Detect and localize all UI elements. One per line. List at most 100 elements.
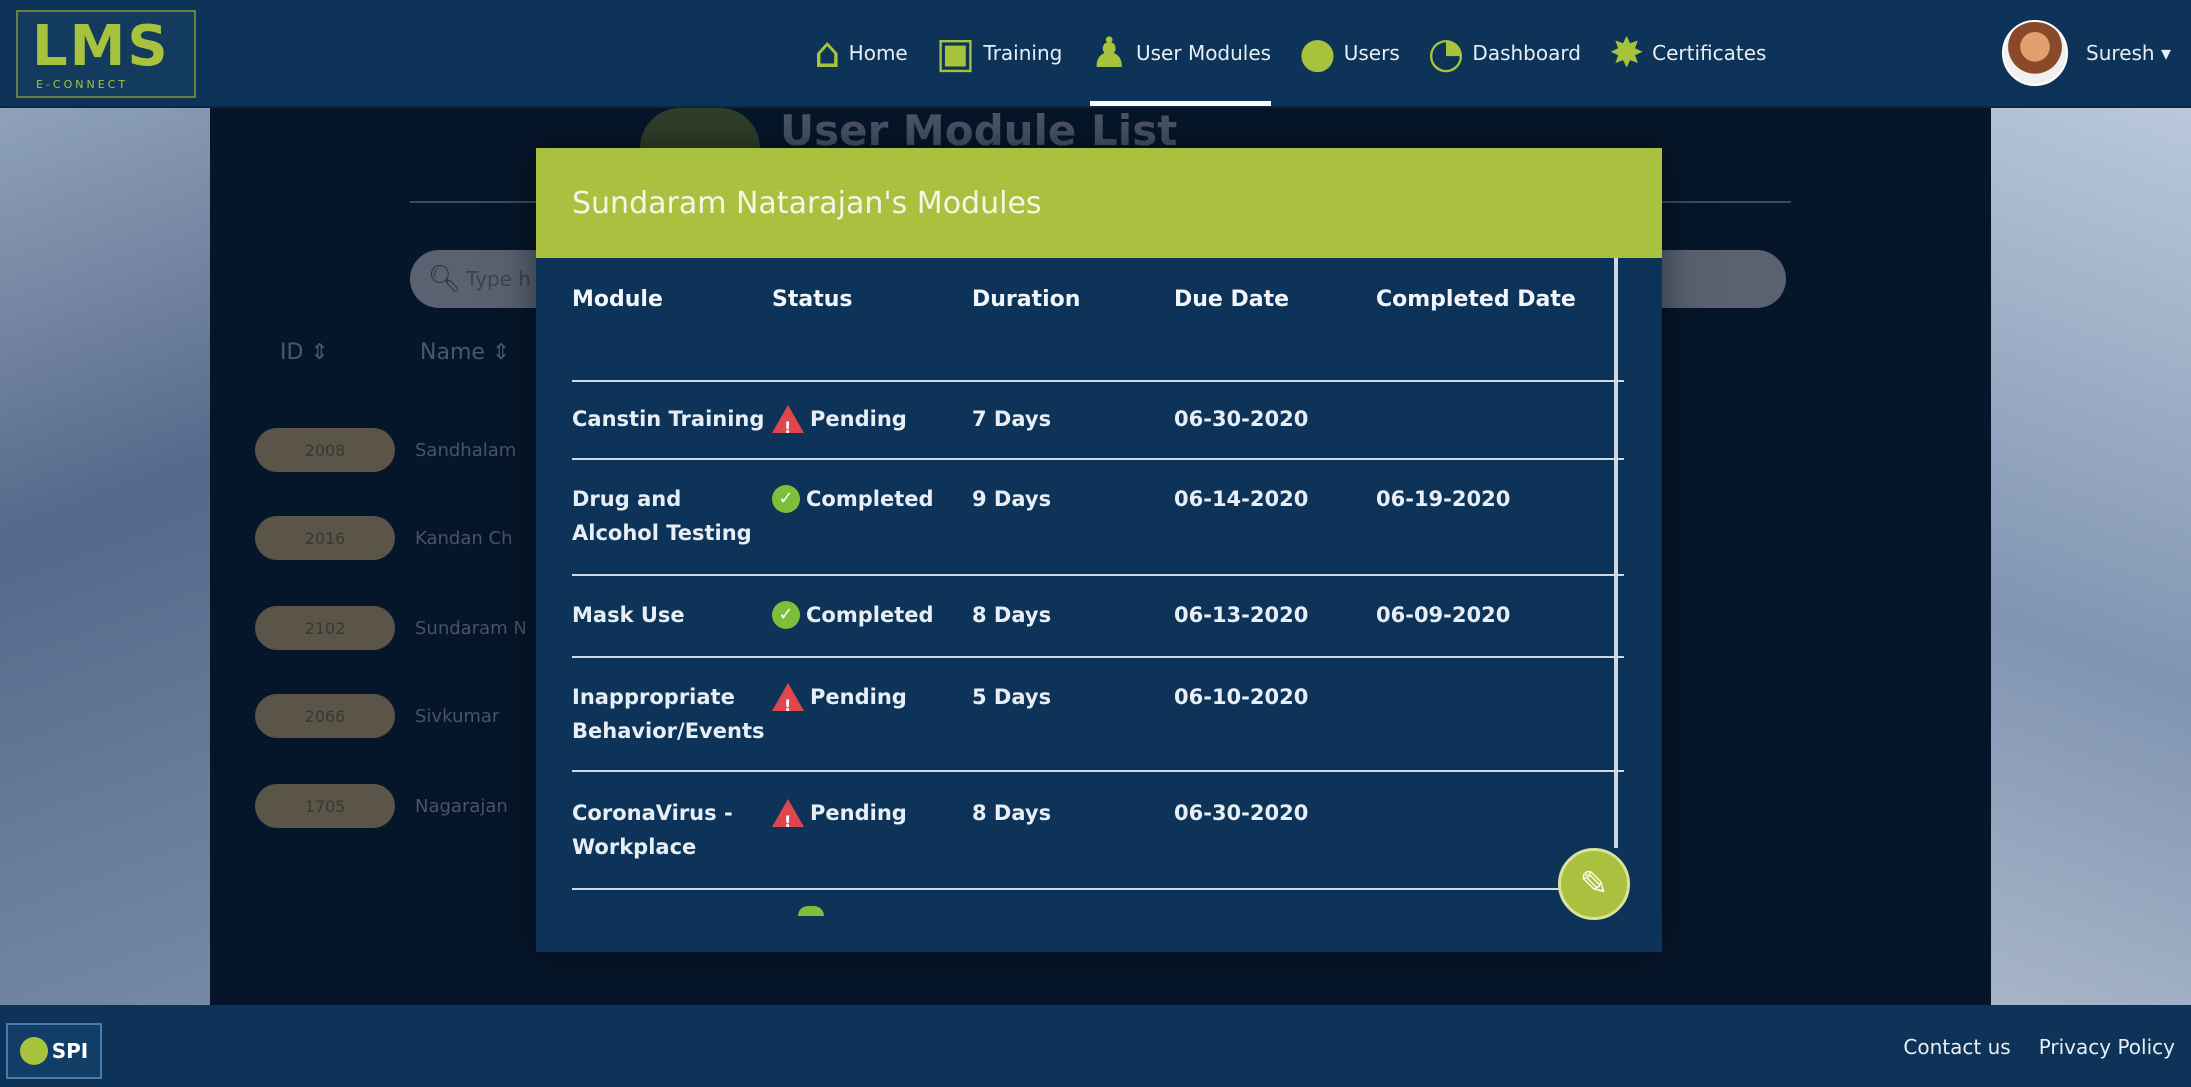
column-header-name[interactable]: Name ⇕ — [420, 340, 510, 365]
id-badge: 2016 — [255, 516, 395, 560]
nav-dashboard[interactable]: ◔ Dashboard — [1414, 0, 1595, 106]
modal-title: Sundaram Natarajan's Modules — [572, 185, 1042, 221]
duration: 8 Days — [972, 603, 1052, 627]
status-cell: ! Pending — [772, 680, 972, 715]
duration: 9 Days — [972, 487, 1052, 511]
logo-subtext: E-CONNECT — [36, 78, 129, 91]
table-row[interactable]: CoronaVirus - Workplace ! Pending 8 Days… — [572, 772, 1624, 890]
module-name: CoronaVirus - Workplace — [572, 801, 733, 859]
contact-us-link[interactable]: Contact us — [1903, 1035, 2010, 1059]
completed-date: 06-19-2020 — [1376, 487, 1511, 511]
table-header: Module Status Duration Due Date Complete… — [572, 278, 1624, 382]
footer-links: Contact us Privacy Policy — [1903, 1035, 2175, 1059]
main-nav: ⌂ Home ▣ Training ♟ User Modules ● Users… — [800, 0, 1780, 106]
table-row[interactable]: 2102 Sundaram N — [255, 606, 527, 650]
search-placeholder: Type h — [466, 267, 531, 291]
table-row[interactable]: Mask Use ✓ Completed 8 Days 06-13-2020 0… — [572, 576, 1624, 658]
completed-date: 06-09-2020 — [1376, 603, 1511, 627]
pencil-icon: ✎ — [1579, 864, 1609, 904]
user-name: Sundaram N — [415, 617, 527, 639]
nav-home[interactable]: ⌂ Home — [800, 0, 922, 106]
users-icon: ● — [1299, 28, 1336, 77]
background-title-area: User Module List — [640, 106, 1177, 155]
nav-users[interactable]: ● Users — [1285, 0, 1414, 106]
warning-icon: ! — [772, 683, 804, 715]
warning-icon: ! — [772, 405, 804, 437]
nav-label: Home — [848, 41, 908, 65]
table-row[interactable]: Canstin Training ! Pending 7 Days 06-30-… — [572, 382, 1624, 460]
certificates-icon: ✸ — [1608, 28, 1645, 77]
user-menu[interactable]: Suresh ▾ — [2002, 20, 2171, 86]
table-row[interactable]: 2008 Sandhalam — [255, 428, 516, 472]
avatar[interactable] — [2002, 20, 2069, 86]
modal-header: Sundaram Natarajan's Modules — [536, 148, 1662, 258]
due-date: 06-10-2020 — [1174, 685, 1309, 709]
status-text: Completed — [806, 603, 934, 627]
module-name: Drug and Alcohol Testing — [572, 487, 752, 545]
home-icon: ⌂ — [814, 28, 841, 77]
modules-table: Module Status Duration Due Date Complete… — [572, 278, 1624, 890]
module-name: Canstin Training — [572, 407, 765, 431]
table-row[interactable]: Inappropriate Behavior/Events ! Pending … — [572, 658, 1624, 772]
due-date: 06-14-2020 — [1174, 487, 1309, 511]
user-modules-icon — [640, 108, 760, 152]
nav-label: Dashboard — [1472, 41, 1581, 65]
column-header-id[interactable]: ID ⇕ — [280, 340, 329, 365]
search-icon: 🔍︎ — [428, 264, 462, 294]
due-date: 06-30-2020 — [1174, 407, 1309, 431]
table-row[interactable]: Drug and Alcohol Testing ✓ Completed 9 D… — [572, 460, 1624, 576]
id-badge: 1705 — [255, 784, 395, 828]
user-name: Sandhalam — [415, 439, 517, 461]
logo-text: LMS — [32, 14, 170, 79]
dashboard-icon: ◔ — [1427, 28, 1465, 77]
check-circle-icon — [798, 906, 824, 916]
column-header-due-date: Due Date — [1174, 287, 1290, 312]
status-cell: ! Pending — [772, 796, 972, 831]
nav-training[interactable]: ▣ Training — [922, 0, 1077, 106]
module-name: Inappropriate Behavior/Events — [572, 685, 765, 743]
nav-label: User Modules — [1136, 41, 1272, 65]
column-header-module: Module — [572, 287, 663, 312]
duration: 7 Days — [972, 407, 1052, 431]
background-right-panel — [1991, 108, 2191, 1005]
spi-badge[interactable]: SPI — [6, 1023, 102, 1079]
column-header-completed-date: Completed Date — [1376, 287, 1576, 312]
duration: 5 Days — [972, 685, 1052, 709]
module-name: Mask Use — [572, 603, 685, 627]
user-modules-modal: Sundaram Natarajan's Modules Module Stat… — [536, 148, 1662, 952]
edit-button[interactable]: ✎ — [1558, 848, 1630, 920]
status-cell: ! Pending — [772, 402, 972, 437]
user-name-dropdown[interactable]: Suresh ▾ — [2086, 41, 2171, 65]
user-modules-icon: ♟ — [1090, 28, 1128, 77]
nav-certificates[interactable]: ✸ Certificates — [1595, 0, 1781, 106]
column-header-status: Status — [772, 287, 853, 312]
status-text: Pending — [810, 407, 907, 431]
footer: SPI Contact us Privacy Policy — [0, 1005, 2191, 1087]
user-name: Nagarajan — [415, 795, 508, 817]
status-cell: ✓ Completed — [772, 482, 972, 516]
check-circle-icon: ✓ — [772, 601, 800, 629]
due-date: 06-13-2020 — [1174, 603, 1309, 627]
status-cell: ✓ Completed — [772, 598, 972, 632]
column-header-duration: Duration — [972, 287, 1081, 312]
top-navbar: LMS E-CONNECT ⌂ Home ▣ Training ♟ User M… — [0, 0, 2191, 108]
check-circle-icon: ✓ — [772, 485, 800, 513]
table-row[interactable]: 1705 Nagarajan — [255, 784, 508, 828]
nav-label: Training — [983, 41, 1063, 65]
id-badge: 2066 — [255, 694, 395, 738]
lms-logo[interactable]: LMS E-CONNECT — [16, 10, 196, 98]
id-badge: 2008 — [255, 428, 395, 472]
status-text: Completed — [806, 487, 934, 511]
spi-label: SPI — [51, 1039, 89, 1063]
nav-label: Users — [1343, 41, 1400, 65]
nav-user-modules[interactable]: ♟ User Modules — [1076, 0, 1285, 106]
warning-icon: ! — [772, 799, 804, 831]
nav-label: Certificates — [1652, 41, 1767, 65]
training-icon: ▣ — [935, 28, 976, 77]
privacy-policy-link[interactable]: Privacy Policy — [2039, 1035, 2175, 1059]
table-row[interactable]: 2066 Sivkumar — [255, 694, 499, 738]
status-text: Pending — [810, 685, 907, 709]
id-badge: 2102 — [255, 606, 395, 650]
table-row[interactable]: 2016 Kandan Ch — [255, 516, 513, 560]
background-left-panel — [0, 108, 210, 1005]
